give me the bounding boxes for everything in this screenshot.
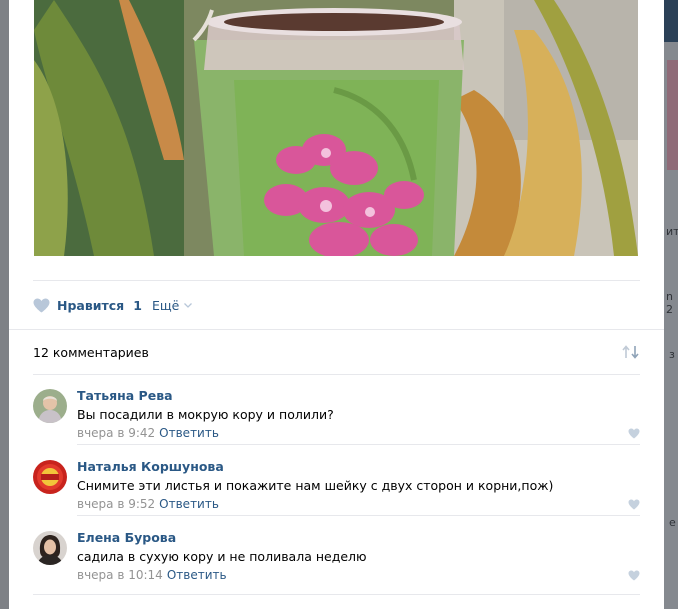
avatar[interactable] [33,389,67,423]
heart-icon [33,298,50,312]
photo-viewer-modal: Нравится 1 Ещё 12 комментариев Татьяна Р… [9,0,664,609]
comment-meta: вчера в 9:52 Ответить [77,497,219,511]
post-photo[interactable] [34,0,638,256]
post-actions-bar: Нравится 1 Ещё [33,280,640,329]
avatar-image [33,531,67,565]
like-button[interactable]: Нравится 1 [33,295,142,315]
comment-text: Вы посадили в мокрую кору и полили? [77,407,334,422]
comment-meta: вчера в 9:42 Ответить [77,426,219,440]
more-label: Ещё [152,297,180,313]
avatar-image [33,389,67,423]
more-button[interactable]: Ещё [152,295,193,315]
comment-author[interactable]: Татьяна Рева [77,388,173,403]
divider [33,594,640,595]
comment-author[interactable]: Елена Бурова [77,530,176,545]
orchid-pot-photo [34,0,638,256]
divider [9,329,664,330]
reply-button[interactable]: Ответить [167,568,227,582]
background-right-text: з [669,348,675,361]
comment-text: садила в сухую кору и не поливала неделю [77,549,367,564]
like-label: Нравится [57,297,125,313]
comment-item: Елена Бурова садила в сухую кору и не по… [33,517,640,587]
heart-icon[interactable] [628,499,640,510]
comment-item: Татьяна Рева Вы посадили в мокрую кору и… [33,375,640,445]
divider [77,515,640,516]
reply-button[interactable]: Ответить [159,497,219,511]
chevron-down-icon [184,302,193,308]
sort-icon[interactable] [622,345,640,359]
background-right-text: n 2 [666,290,673,316]
comment-text: Снимите эти листья и покажите нам шейку … [77,478,554,493]
heart-icon[interactable] [628,428,640,439]
background-left-strip [0,0,9,609]
comment-meta: вчера в 10:14 Ответить [77,568,227,582]
avatar[interactable] [33,531,67,565]
comment-time[interactable]: вчера в 10:14 [77,568,163,582]
comment-author[interactable]: Наталья Коршунова [77,459,224,474]
background-right-thumbnail [667,60,678,170]
comments-header: 12 комментариев [33,343,640,363]
comment-time[interactable]: вчера в 9:42 [77,426,155,440]
comment-time[interactable]: вчера в 9:52 [77,497,155,511]
heart-icon[interactable] [628,570,640,581]
like-count: 1 [133,297,142,313]
comment-item: Наталья Коршунова Снимите эти листья и п… [33,446,640,516]
reply-button[interactable]: Ответить [159,426,219,440]
avatar[interactable] [33,460,67,494]
comments-count: 12 комментариев [33,345,149,360]
avatar-image [33,460,67,494]
background-right-text: ит [666,225,678,238]
background-right-text: е [669,516,676,529]
divider [77,444,640,445]
